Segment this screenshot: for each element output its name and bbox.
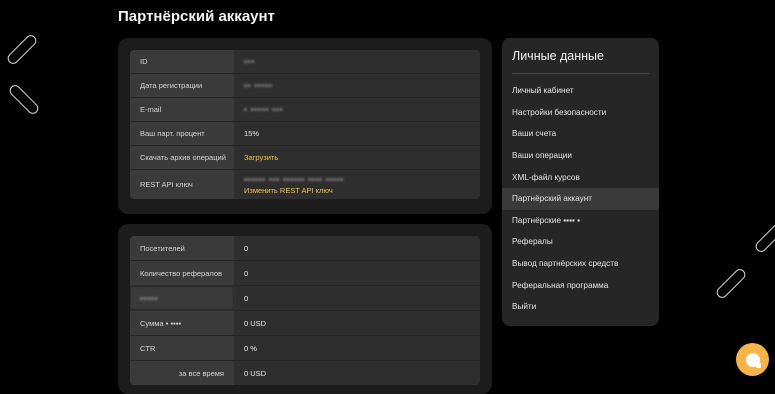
row-value: 0 <box>234 286 480 310</box>
sidebar-item-partner-links[interactable]: Партнёрские ▪▪▪▪ ▪ <box>502 210 659 232</box>
sidebar-item-referrals[interactable]: Рефералы <box>502 231 659 253</box>
sidebar-item-partner-withdrawal[interactable]: Вывод партнёрских средств <box>502 253 659 275</box>
statistics-table: Посетителей 0 Количество рефералов 0 ▪▪▪… <box>130 236 480 385</box>
row-label: Ваш парт. процент <box>130 122 234 145</box>
row-label: Дата регистрации <box>130 74 234 97</box>
row-value: 0 USD <box>234 361 480 385</box>
change-rest-api-key-link[interactable]: Изменить REST API ключ <box>244 186 480 195</box>
chat-bubble-icon <box>745 352 761 368</box>
download-archive-link[interactable]: Загрузить <box>244 153 480 162</box>
row-label: Количество рефералов <box>130 261 234 285</box>
sidebar-item-dashboard[interactable]: Личный кабинет <box>502 80 659 102</box>
row-label: за все время <box>130 361 234 385</box>
row-value: 0 USD <box>234 311 480 335</box>
row-label: Посетителей <box>130 236 234 260</box>
registration-date-value: ▪▪ ▪▪▪▪▪ <box>244 81 273 90</box>
chat-button[interactable] <box>736 343 769 376</box>
table-row: Сумма ▪ ▪▪▪▪ 0 USD <box>130 311 480 336</box>
table-row-download-archive: Скачать архив операций Загрузить <box>130 146 480 170</box>
sidebar-item-partner-account[interactable]: Партнёрский аккаунт <box>502 187 659 210</box>
personal-data-sidebar: Личные данные Личный кабинет Настройки б… <box>502 38 659 326</box>
sidebar-item-operations[interactable]: Ваши операции <box>502 145 659 167</box>
table-row: Количество рефералов 0 <box>130 261 480 286</box>
table-row: за все время 0 USD <box>130 361 480 385</box>
table-row: Посетителей 0 <box>130 236 480 261</box>
email-value: ▪ ▪▪▪▪▪ ▪▪▪ <box>244 105 284 114</box>
row-label: REST API ключ <box>130 170 234 199</box>
row-label: ID <box>130 50 234 73</box>
id-value: ▪▪▪ <box>244 57 255 66</box>
table-row: CTR 0 % <box>130 336 480 361</box>
sidebar-item-accounts[interactable]: Ваши счета <box>502 123 659 145</box>
account-info-card: ID ▪▪▪ Дата регистрации ▪▪ ▪▪▪▪▪ E-mail … <box>118 38 492 214</box>
table-row: ▪▪▪▪▪ 0 <box>130 286 480 311</box>
sidebar-item-referral-program[interactable]: Реферальная программа <box>502 274 659 296</box>
decorative-pill-right-bottom <box>714 266 748 301</box>
row-value: 0 % <box>234 336 480 360</box>
page-title: Партнёрский аккаунт <box>118 8 275 25</box>
sidebar-divider <box>512 73 649 74</box>
row-value: 0 <box>234 236 480 260</box>
row-label: E-mail <box>130 98 234 121</box>
sidebar-item-logout[interactable]: Выйти <box>502 296 659 318</box>
row-value: 0 <box>234 261 480 285</box>
table-row-registration-date: Дата регистрации ▪▪ ▪▪▪▪▪ <box>130 74 480 98</box>
row-label: Скачать архив операций <box>130 146 234 169</box>
partner-percent-value: 15% <box>234 122 480 145</box>
decorative-pill-right-top <box>753 220 775 255</box>
sidebar-item-label: Партнёрские ▪▪▪▪ ▪ <box>512 215 581 225</box>
sidebar-item-xml-rates[interactable]: XML-файл курсов <box>502 166 659 188</box>
row-label: ▪▪▪▪▪ <box>130 286 234 310</box>
table-row-partner-percent: Ваш парт. процент 15% <box>130 122 480 146</box>
row-label: Сумма ▪ ▪▪▪▪ <box>130 311 234 335</box>
sidebar-title: Личные данные <box>512 49 604 63</box>
account-info-table: ID ▪▪▪ Дата регистрации ▪▪ ▪▪▪▪▪ E-mail … <box>130 50 480 199</box>
rest-api-key-value: ▪▪▪▪▪▪ ▪▪▪ ▪▪▪▪▪▪ ▪▪▪▪ ▪▪▪▪▪ <box>244 174 345 184</box>
table-row-rest-api-key: REST API ключ ▪▪▪▪▪▪ ▪▪▪ ▪▪▪▪▪▪ ▪▪▪▪ ▪▪▪… <box>130 170 480 199</box>
sidebar-item-security-settings[interactable]: Настройки безопасности <box>502 102 659 124</box>
sidebar-menu: Личный кабинет Настройки безопасности Ва… <box>502 80 659 318</box>
table-row-id: ID ▪▪▪ <box>130 50 480 74</box>
statistics-card: Посетителей 0 Количество рефералов 0 ▪▪▪… <box>118 224 492 394</box>
row-label: CTR <box>130 336 234 360</box>
table-row-email: E-mail ▪ ▪▪▪▪▪ ▪▪▪ <box>130 98 480 122</box>
decorative-pill-left <box>7 82 41 117</box>
decorative-pill-top-left <box>5 32 39 67</box>
